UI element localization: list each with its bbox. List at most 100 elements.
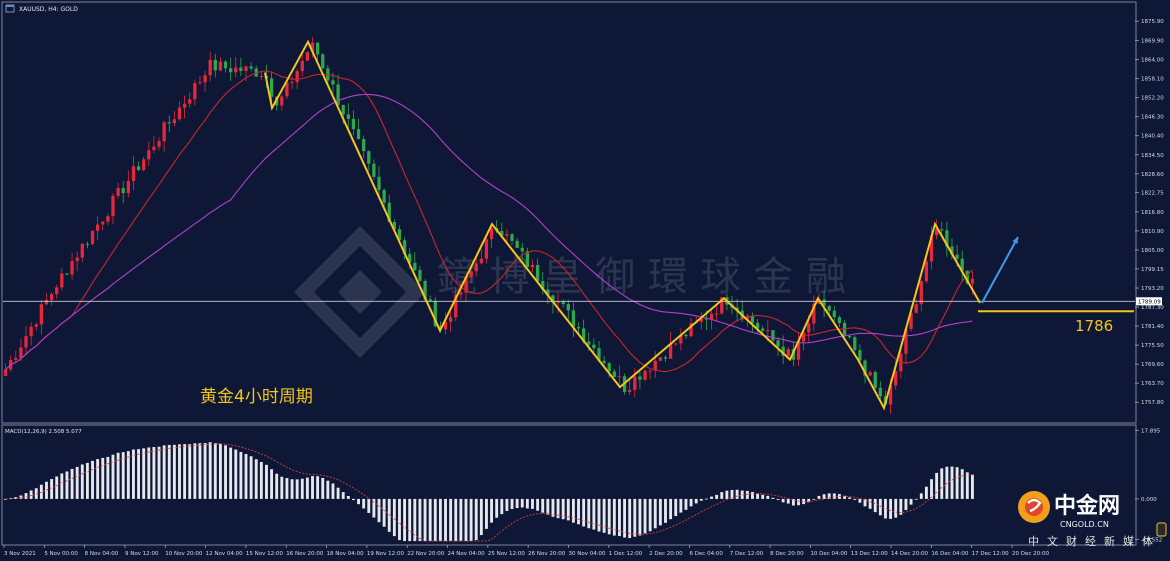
macd-bar: [756, 493, 760, 499]
symbol-title-text: XAUUSD, H4: GOLD: [19, 6, 78, 13]
candle-body: [940, 229, 944, 231]
macd-bar: [316, 476, 320, 499]
macd-bar: [341, 492, 345, 499]
candle-body: [356, 129, 361, 139]
candle-body: [489, 228, 494, 240]
macd-bar: [653, 498, 657, 529]
candle-body: [213, 59, 217, 71]
macd-bar: [720, 492, 724, 499]
macd-bar: [80, 464, 84, 499]
macd-bar: [909, 498, 913, 505]
candle-body: [474, 263, 478, 272]
time-tick-label: 14 Dec 20:00: [891, 551, 928, 557]
macd-bar: [403, 498, 407, 542]
macd-bar: [515, 498, 519, 509]
macd-bar: [96, 459, 100, 499]
macd-bar: [423, 498, 427, 542]
price-tick-label: 1858.10: [1141, 77, 1164, 83]
candle-body: [126, 181, 130, 194]
macd-bar: [965, 472, 969, 499]
candle-body: [193, 83, 197, 100]
price-tick-label: 1864.00: [1141, 58, 1164, 64]
candle-body: [418, 270, 422, 281]
macd-bar: [904, 498, 908, 511]
candle-body: [653, 360, 657, 371]
candle-body: [3, 369, 8, 376]
macd-bar: [285, 478, 289, 499]
macd-bar: [648, 498, 652, 532]
candle-body: [362, 138, 366, 152]
time-tick-label: 20 Dec 20:00: [1012, 551, 1049, 557]
candle-body: [448, 317, 453, 322]
macd-bar: [183, 444, 187, 499]
macd-bar: [485, 498, 488, 529]
macd-bar: [960, 469, 964, 499]
candle-body: [571, 310, 576, 328]
chart-menu-icon-bar: [6, 5, 14, 7]
macd-bar: [229, 447, 233, 499]
candle-body: [663, 357, 668, 359]
macd-bar: [940, 468, 944, 499]
macd-bar: [152, 447, 156, 499]
candle-body: [776, 340, 780, 347]
macd-bar: [832, 493, 836, 499]
candle-body: [786, 349, 790, 356]
macd-bar: [188, 444, 192, 499]
macd-bar: [894, 498, 898, 518]
macd-bar: [29, 490, 33, 499]
macd-bar: [259, 462, 263, 499]
macd-bar: [126, 451, 130, 499]
macd-bar: [137, 449, 141, 499]
macd-bar: [203, 443, 207, 499]
macd-bar: [147, 447, 151, 499]
candle-body: [172, 119, 177, 124]
candle-body: [674, 343, 678, 345]
price-tick-label: 1810.90: [1141, 229, 1164, 235]
candle-body: [121, 188, 125, 194]
macd-bar: [408, 498, 412, 542]
candle-body: [315, 42, 320, 55]
scroll-lock-icon[interactable]: [1156, 522, 1167, 537]
macd-bar: [474, 498, 478, 541]
candle-body: [321, 54, 325, 69]
candle-body: [807, 323, 811, 333]
macd-bar: [346, 495, 350, 499]
macd-bar: [781, 498, 785, 503]
time-tick-label: 8 Dec 20:00: [770, 551, 804, 557]
candle-body: [658, 357, 663, 361]
macd-bar: [208, 442, 212, 499]
candle-body: [131, 166, 136, 182]
time-tick-label: 25 Nov 12:00: [488, 551, 526, 557]
macd-bar: [623, 498, 627, 538]
macd-bar: [464, 498, 468, 542]
macd-bar: [628, 498, 632, 539]
macd-bar: [684, 498, 688, 510]
candle-body: [14, 357, 18, 360]
macd-bar: [786, 498, 790, 504]
candle-body: [771, 330, 775, 341]
macd-bar: [822, 494, 826, 499]
macd-bar: [444, 498, 447, 542]
macd-label: MACD(12,26,9) 2.508 5.077: [5, 429, 82, 435]
candle-body: [766, 330, 770, 332]
time-tick-label: 3 Nov 2021: [4, 551, 36, 557]
candle-body: [633, 376, 637, 390]
candle-body: [341, 104, 345, 115]
candle-body: [208, 59, 212, 76]
candle-body: [919, 281, 923, 305]
candle-body: [505, 234, 509, 236]
price-tick-label: 1799.15: [1141, 267, 1164, 273]
candle-body: [24, 336, 28, 348]
candle-body: [90, 230, 95, 244]
price-tick-label: 1869.90: [1141, 39, 1164, 45]
candle-body: [85, 243, 90, 245]
macd-bar: [735, 489, 739, 499]
macd-bar: [157, 446, 161, 499]
candle-body: [469, 271, 473, 277]
time-tick-label: 30 Nov 04:00: [568, 551, 606, 557]
macd-bar: [848, 497, 852, 499]
time-tick-label: 10 Nov 20:00: [165, 551, 203, 557]
macd-bar: [751, 491, 754, 499]
macd-bar: [500, 498, 504, 515]
macd-bar: [91, 460, 94, 499]
